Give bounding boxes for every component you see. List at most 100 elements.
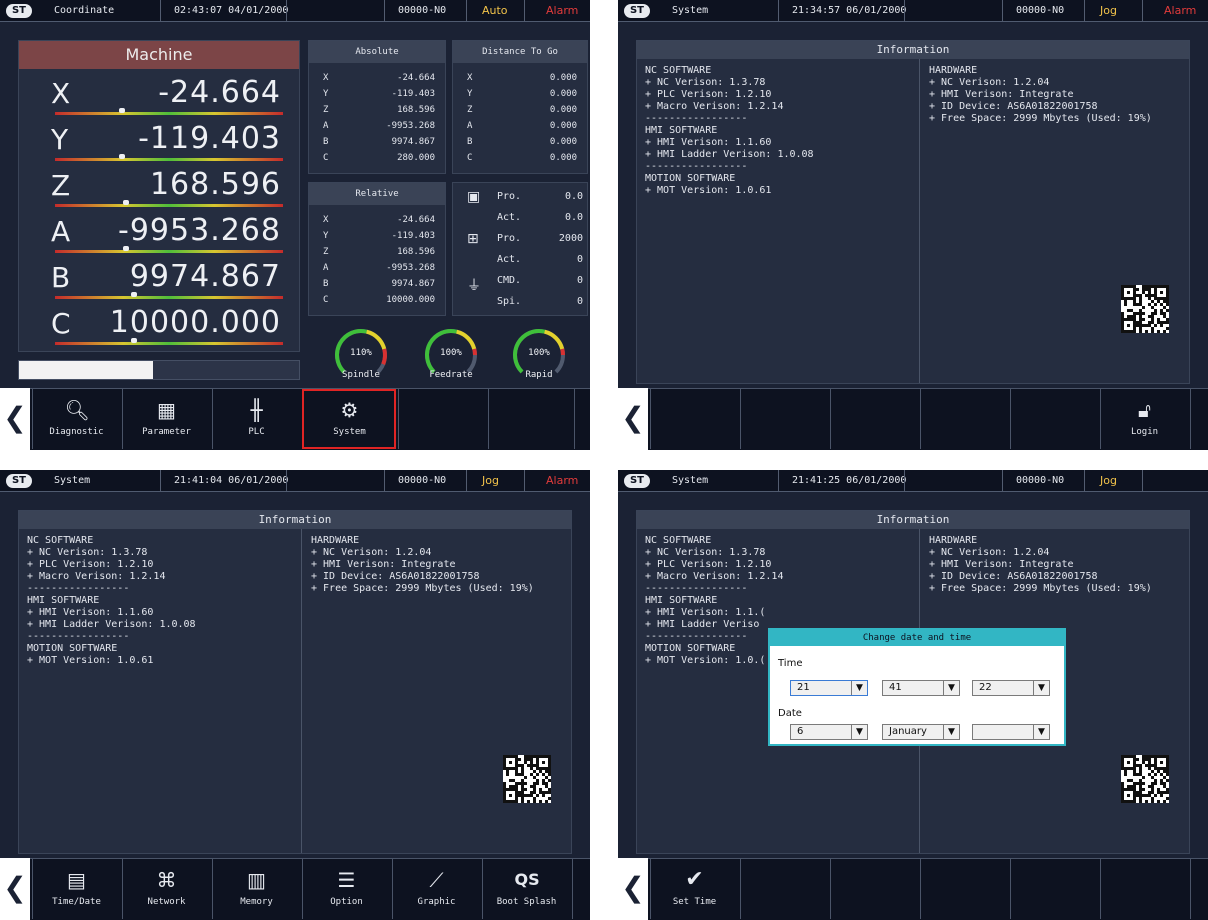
hour-select[interactable]: 21 ▼	[790, 680, 868, 696]
axis-key: B	[467, 137, 473, 147]
empty-button-2[interactable]	[740, 389, 828, 449]
axis-value: 0.000	[549, 73, 577, 83]
axis-position-marker	[131, 292, 137, 297]
year-select[interactable]: ▼	[972, 724, 1050, 740]
axis-row: B 9974.867	[19, 255, 301, 301]
calendar-clock-icon: ▤	[67, 868, 86, 892]
empty-button-7[interactable]	[574, 389, 590, 449]
system-info-screen: ST System 21:34:57 06/01/2000 00000-N0 J…	[618, 0, 1208, 450]
axis-value: 9974.867	[391, 137, 435, 147]
axis-key: Z	[323, 105, 329, 115]
status-bar: ST System 21:34:57 06/01/2000 00000-N0 J…	[618, 0, 1208, 22]
month-select[interactable]: January ▼	[882, 724, 960, 740]
screen-title: System	[672, 5, 709, 16]
system-button[interactable]: ⚙ System	[302, 389, 396, 449]
chevron-down-icon: ▼	[943, 725, 959, 739]
back-button[interactable]: ❮	[618, 858, 648, 920]
relative-panel: Relative X -24.664 Y -119.403 Z 168.596 A -9953…	[308, 182, 446, 316]
diagnostic-button[interactable]: 🔍︎ Diagnostic	[32, 389, 120, 449]
information-panel: Information NC SOFTWARE + NC Verison: 1.…	[18, 510, 572, 854]
status-bar: ST Coordinate 02:43:07 04/01/2000 00000-…	[0, 0, 590, 22]
axis-name: A	[51, 215, 71, 248]
empty-button-1[interactable]	[650, 389, 738, 449]
gauge-percent: 100%	[440, 348, 462, 358]
system-menu-screen: ST System 21:41:04 06/01/2000 00000-N0 J…	[0, 470, 590, 920]
override-gauge: 100% Feedrate	[420, 324, 482, 384]
empty-button-7[interactable]	[572, 859, 590, 919]
parameter-button[interactable]: ▦ Parameter	[122, 389, 210, 449]
empty-button-5[interactable]	[1010, 389, 1098, 449]
axis-value: -9953.268	[386, 263, 435, 273]
axis-row: A -9953.268	[19, 209, 301, 255]
empty-button-5[interactable]	[1010, 859, 1098, 919]
axis-value: 168.596	[397, 247, 435, 257]
coordinate-row: Z 168.596	[309, 105, 445, 117]
login-button[interactable]: 🔓︎ Login	[1100, 389, 1188, 449]
empty-button-6[interactable]	[1100, 859, 1188, 919]
progress-fill	[19, 361, 154, 379]
back-button[interactable]: ❮	[0, 858, 30, 920]
axis-value: -24.664	[158, 75, 281, 110]
axis-key: C	[323, 153, 329, 163]
minute-select[interactable]: 41 ▼	[882, 680, 960, 696]
checkmark-icon: ✔	[685, 867, 704, 892]
logo: ST	[624, 474, 650, 488]
program-number: 00000-N0	[1016, 5, 1065, 16]
alarm-indicator[interactable]: Alarm	[540, 0, 578, 22]
coordinate-row: Z 0.000	[453, 105, 587, 117]
alarm-indicator[interactable]: Alarm	[1158, 0, 1196, 22]
alarm-indicator[interactable]: Alarm	[540, 470, 578, 492]
axis-key: Z	[323, 247, 329, 257]
graphic-button[interactable]: ⟋ Graphic	[392, 859, 480, 919]
distance-title: Distance To Go	[453, 41, 587, 63]
axis-name: C	[51, 307, 71, 340]
list-icon: ☰	[337, 868, 356, 892]
mode-indicator: Auto	[482, 4, 508, 17]
mode-indicator: Jog	[482, 474, 499, 487]
axis-key: X	[323, 215, 329, 225]
network-button[interactable]: ⌘ Network	[122, 859, 210, 919]
coordinate-row: B 9974.867	[309, 279, 445, 291]
option-button[interactable]: ☰ Option	[302, 859, 390, 919]
axis-key: A	[467, 121, 473, 131]
empty-button-3[interactable]	[830, 859, 918, 919]
set-time-button[interactable]: ✔ Set Time	[650, 859, 738, 919]
empty-button-4[interactable]	[920, 859, 1008, 919]
coordinate-row: Y 0.000	[453, 89, 587, 101]
memory-button[interactable]: ▥ Memory	[212, 859, 300, 919]
qr-code	[1121, 755, 1169, 803]
empty-button-2[interactable]	[740, 859, 828, 919]
axis-value: 9974.867	[391, 279, 435, 289]
empty-button-5[interactable]	[398, 389, 486, 449]
empty-button-7[interactable]	[1190, 389, 1208, 449]
axis-value: 0.000	[549, 137, 577, 147]
empty-button-3[interactable]	[830, 389, 918, 449]
axis-value: 280.000	[397, 153, 435, 163]
axis-value: 10000.000	[109, 305, 281, 340]
coordinate-row: C 280.000	[309, 153, 445, 165]
change-datetime-dialog: Change date and time Time 21 ▼ 41 ▼ 22 ▼ Da…	[768, 628, 1066, 746]
empty-button-6[interactable]	[488, 389, 576, 449]
time-date-button[interactable]: ▤ Time/Date	[32, 859, 120, 919]
axis-value: 168.596	[149, 167, 281, 202]
day-select[interactable]: 6 ▼	[790, 724, 868, 740]
override-gauge: 100% Rapid	[508, 324, 570, 384]
axis-load-bar	[55, 204, 283, 207]
empty-button-4[interactable]	[920, 389, 1008, 449]
boot-splash-button[interactable]: QS Boot Splash	[482, 859, 570, 919]
plc-button[interactable]: ╫ PLC	[212, 389, 300, 449]
feed-row: Pro. 0.0	[453, 187, 589, 207]
chevron-down-icon: ▼	[1033, 725, 1049, 739]
back-button[interactable]: ❮	[0, 388, 30, 450]
second-select[interactable]: 22 ▼	[972, 680, 1050, 696]
hardware-info: HARDWARE + NC Verison: 1.2.04 + HMI Veri…	[311, 535, 534, 594]
empty-button-7[interactable]	[1190, 859, 1208, 919]
software-info: NC SOFTWARE + NC Verison: 1.3.78 + PLC V…	[645, 65, 814, 196]
chevron-down-icon: ▼	[851, 725, 867, 739]
axis-value: 0.000	[549, 105, 577, 115]
gauge-label: Spindle	[342, 370, 380, 380]
axis-name: Z	[51, 169, 71, 202]
logo: ST	[6, 474, 32, 488]
back-button[interactable]: ❮	[618, 388, 648, 450]
axis-value: -119.403	[391, 231, 435, 241]
